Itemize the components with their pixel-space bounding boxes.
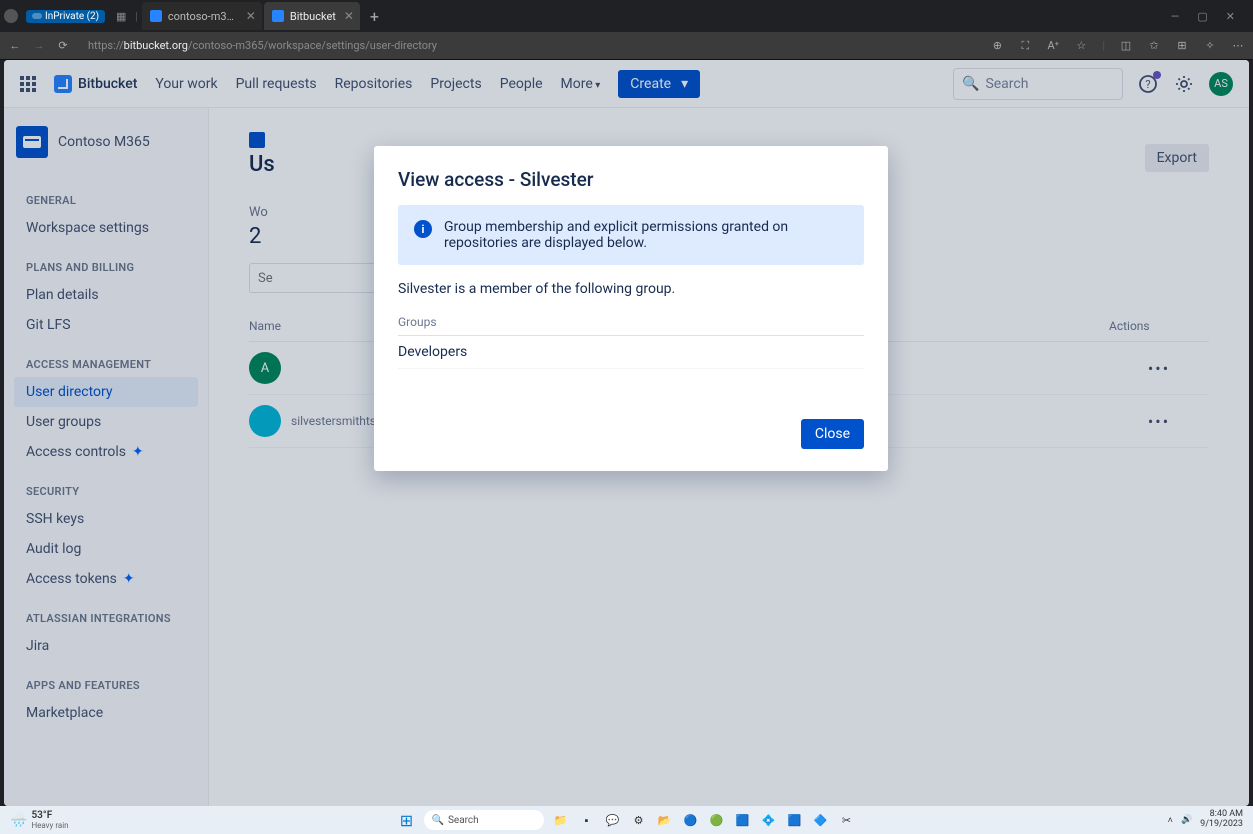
close-icon[interactable]: ✕ [246, 9, 256, 23]
start-icon[interactable]: ⊞ [398, 811, 416, 829]
back-icon[interactable]: ← [8, 39, 22, 52]
taskbar-app[interactable]: 🔵 [682, 811, 700, 829]
inprivate-badge: InPrivate (2) [26, 10, 105, 23]
taskbar-app[interactable]: 🔷 [812, 811, 830, 829]
member-text: Silvester is a member of the following g… [398, 281, 864, 297]
search-icon: 🔍 [432, 815, 444, 826]
taskbar-app[interactable]: 💠 [760, 811, 778, 829]
bitbucket-icon [272, 10, 284, 22]
menu-icon[interactable]: ⋯ [1231, 39, 1245, 52]
close-window-icon[interactable]: ✕ [1226, 10, 1235, 23]
taskbar-app[interactable]: 🟦 [786, 811, 804, 829]
weather-icon: 🌧️ [10, 812, 27, 828]
minimize-icon[interactable]: — [1171, 10, 1180, 23]
modal-title: View access - Silvester [398, 168, 864, 191]
taskbar-search[interactable]: 🔍 Search [424, 810, 544, 830]
url-field[interactable]: https://bitbucket.org/contoso-m365/works… [80, 39, 980, 52]
tab-overview-icon[interactable]: ▦ [111, 10, 131, 23]
browser-addressbar: ← → ⟳ https://bitbucket.org/contoso-m365… [0, 32, 1253, 60]
close-button[interactable]: Close [801, 419, 864, 449]
info-panel: i Group membership and explicit permissi… [398, 205, 864, 265]
collections-icon[interactable]: ⊞ [1175, 39, 1189, 52]
browser-titlebar: InPrivate (2) ▦ | contoso-m365 / cloudde… [0, 0, 1253, 32]
maximize-icon[interactable]: ▢ [1197, 10, 1207, 23]
clock[interactable]: 8:40 AM 9/19/2023 [1200, 810, 1243, 830]
taskbar-app[interactable]: 🟦 [734, 811, 752, 829]
taskbar-app[interactable]: ⚙ [630, 811, 648, 829]
read-aloud-icon[interactable]: A⁺ [1046, 39, 1060, 52]
taskbar-app[interactable]: ✂ [838, 811, 856, 829]
taskbar-app[interactable]: 📁 [552, 811, 570, 829]
shopping-icon[interactable]: ⛶ [1018, 39, 1032, 53]
windows-taskbar: 🌧️ 53°F Heavy rain ⊞ 🔍 Search 📁 ▪ 💬 ⚙ 📂 … [0, 806, 1253, 834]
split-icon[interactable]: ◫ [1119, 39, 1133, 52]
extensions-icon[interactable]: ✧ [1203, 39, 1217, 52]
refresh-icon[interactable]: ⟳ [56, 39, 70, 52]
tray-icon[interactable]: 🔊 [1181, 815, 1192, 825]
bitbucket-icon [150, 10, 162, 22]
taskbar-app[interactable]: ▪ [578, 811, 596, 829]
groups-header: Groups [398, 309, 864, 336]
view-access-modal: View access - Silvester i Group membersh… [374, 146, 888, 471]
taskbar-app[interactable]: 📂 [656, 811, 674, 829]
favorites-bar-icon[interactable]: ✩ [1147, 39, 1161, 52]
close-icon[interactable]: ✕ [344, 9, 354, 23]
bitbucket-app: Bitbucket Your work Pull requests Reposi… [4, 60, 1249, 806]
favorite-icon[interactable]: ☆ [1074, 39, 1088, 52]
profile-icon [4, 9, 18, 23]
group-row: Developers [398, 336, 864, 369]
taskbar-app[interactable]: 🟢 [708, 811, 726, 829]
forward-icon: → [32, 39, 46, 52]
tray-chevron-icon[interactable]: ˄ [1168, 815, 1173, 826]
browser-tab[interactable]: contoso-m365 / clouddemo — ✕ [142, 2, 262, 30]
info-icon: i [414, 220, 432, 238]
browser-tab[interactable]: Bitbucket ✕ [264, 2, 360, 30]
taskbar-app[interactable]: 💬 [604, 811, 622, 829]
zoom-icon[interactable]: ⊕ [990, 39, 1004, 52]
new-tab-button[interactable]: + [362, 7, 387, 26]
weather-widget[interactable]: 🌧️ 53°F Heavy rain [10, 810, 69, 830]
